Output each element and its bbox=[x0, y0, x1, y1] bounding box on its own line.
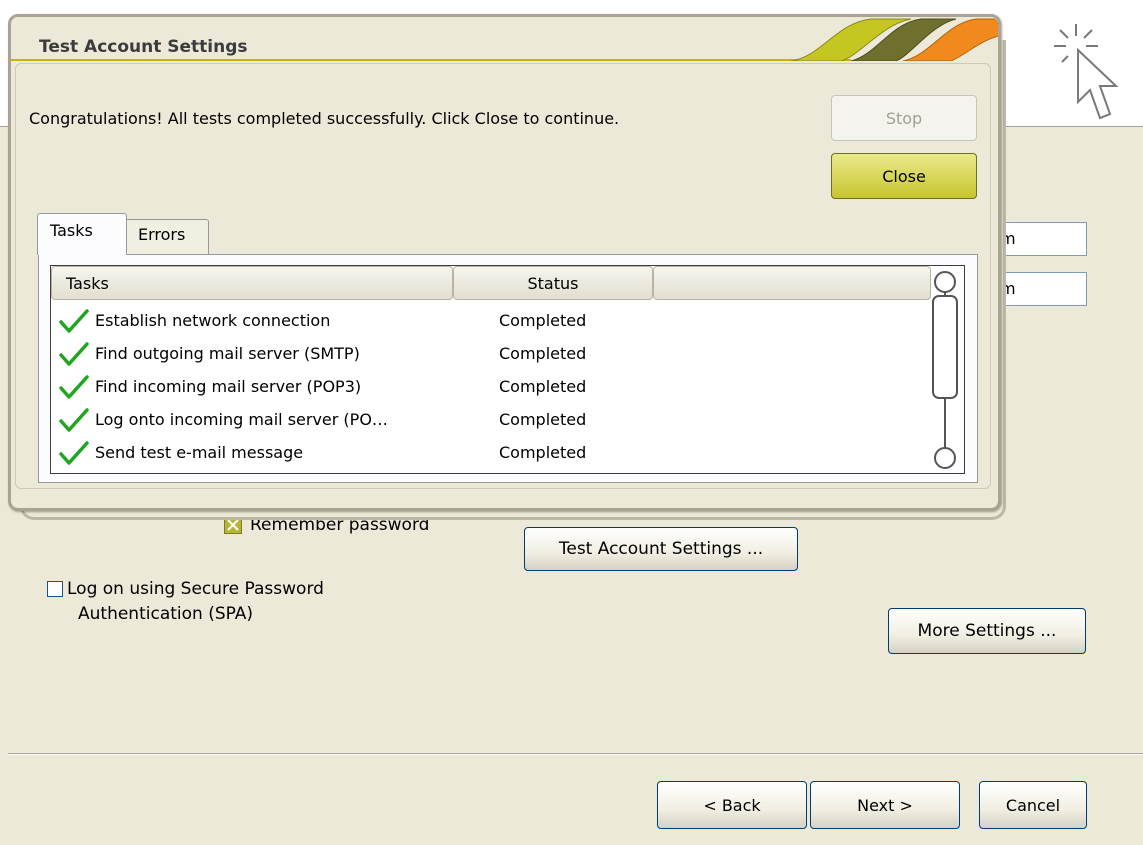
next-button[interactable]: Next > bbox=[810, 781, 960, 829]
test-account-settings-dialog: Test Account Settings Congratulations! A… bbox=[8, 14, 1001, 511]
spa-label-line1: Log on using Secure Password bbox=[67, 579, 324, 599]
cursor-click-icon bbox=[1054, 24, 1119, 120]
close-button[interactable]: Close bbox=[831, 153, 977, 199]
tasks-list: Tasks Status Establish network connectio… bbox=[50, 265, 965, 474]
checkmark-icon bbox=[59, 408, 89, 432]
checkmark-icon bbox=[59, 375, 89, 399]
table-row[interactable]: Log onto incoming mail server (PO… Compl… bbox=[51, 403, 921, 436]
title-swoosh-decoration bbox=[791, 18, 998, 61]
table-row[interactable]: Establish network connection Completed bbox=[51, 304, 921, 337]
task-status: Completed bbox=[499, 344, 587, 363]
column-header-blank[interactable] bbox=[653, 266, 931, 300]
task-status: Completed bbox=[499, 377, 587, 396]
account-field-2[interactable]: m bbox=[995, 272, 1087, 306]
stop-button[interactable]: Stop bbox=[831, 95, 977, 141]
column-header-tasks[interactable]: Tasks bbox=[51, 266, 453, 300]
vertical-scrollbar[interactable] bbox=[929, 270, 961, 470]
checkmark-icon bbox=[59, 441, 89, 465]
checkmark-icon bbox=[59, 309, 89, 333]
test-account-settings-button[interactable]: Test Account Settings ... bbox=[524, 527, 798, 571]
task-name: Establish network connection bbox=[95, 311, 331, 330]
task-name: Send test e-mail message bbox=[95, 443, 304, 462]
account-field-1[interactable]: m bbox=[995, 222, 1087, 256]
tab-errors[interactable]: Errors bbox=[125, 219, 209, 255]
table-row[interactable]: Send test e-mail message Completed bbox=[51, 436, 921, 469]
wizard-separator bbox=[8, 753, 1143, 755]
back-button[interactable]: < Back bbox=[657, 781, 807, 829]
table-row[interactable]: Find outgoing mail server (SMTP) Complet… bbox=[51, 337, 921, 370]
spa-label-line2: Authentication (SPA) bbox=[78, 604, 254, 624]
tasks-tab-panel: Tasks Status Establish network connectio… bbox=[38, 254, 978, 483]
task-status: Completed bbox=[499, 410, 587, 429]
checkmark-icon bbox=[59, 342, 89, 366]
task-name: Find outgoing mail server (SMTP) bbox=[95, 344, 360, 363]
dialog-titlebar[interactable]: Test Account Settings bbox=[11, 17, 998, 61]
task-status: Completed bbox=[499, 311, 587, 330]
table-row[interactable]: Find incoming mail server (POP3) Complet… bbox=[51, 370, 921, 403]
spa-checkbox[interactable] bbox=[47, 581, 63, 597]
task-status: Completed bbox=[499, 443, 587, 462]
more-settings-button[interactable]: More Settings ... bbox=[888, 608, 1086, 654]
dialog-title: Test Account Settings bbox=[39, 37, 248, 57]
tab-tasks[interactable]: Tasks bbox=[37, 213, 127, 255]
dialog-message: Congratulations! All tests completed suc… bbox=[29, 109, 620, 128]
cancel-button[interactable]: Cancel bbox=[979, 781, 1087, 829]
task-name: Log onto incoming mail server (PO… bbox=[95, 410, 388, 429]
column-header-status[interactable]: Status bbox=[453, 266, 653, 300]
title-underline bbox=[11, 59, 851, 61]
task-name: Find incoming mail server (POP3) bbox=[95, 377, 362, 396]
